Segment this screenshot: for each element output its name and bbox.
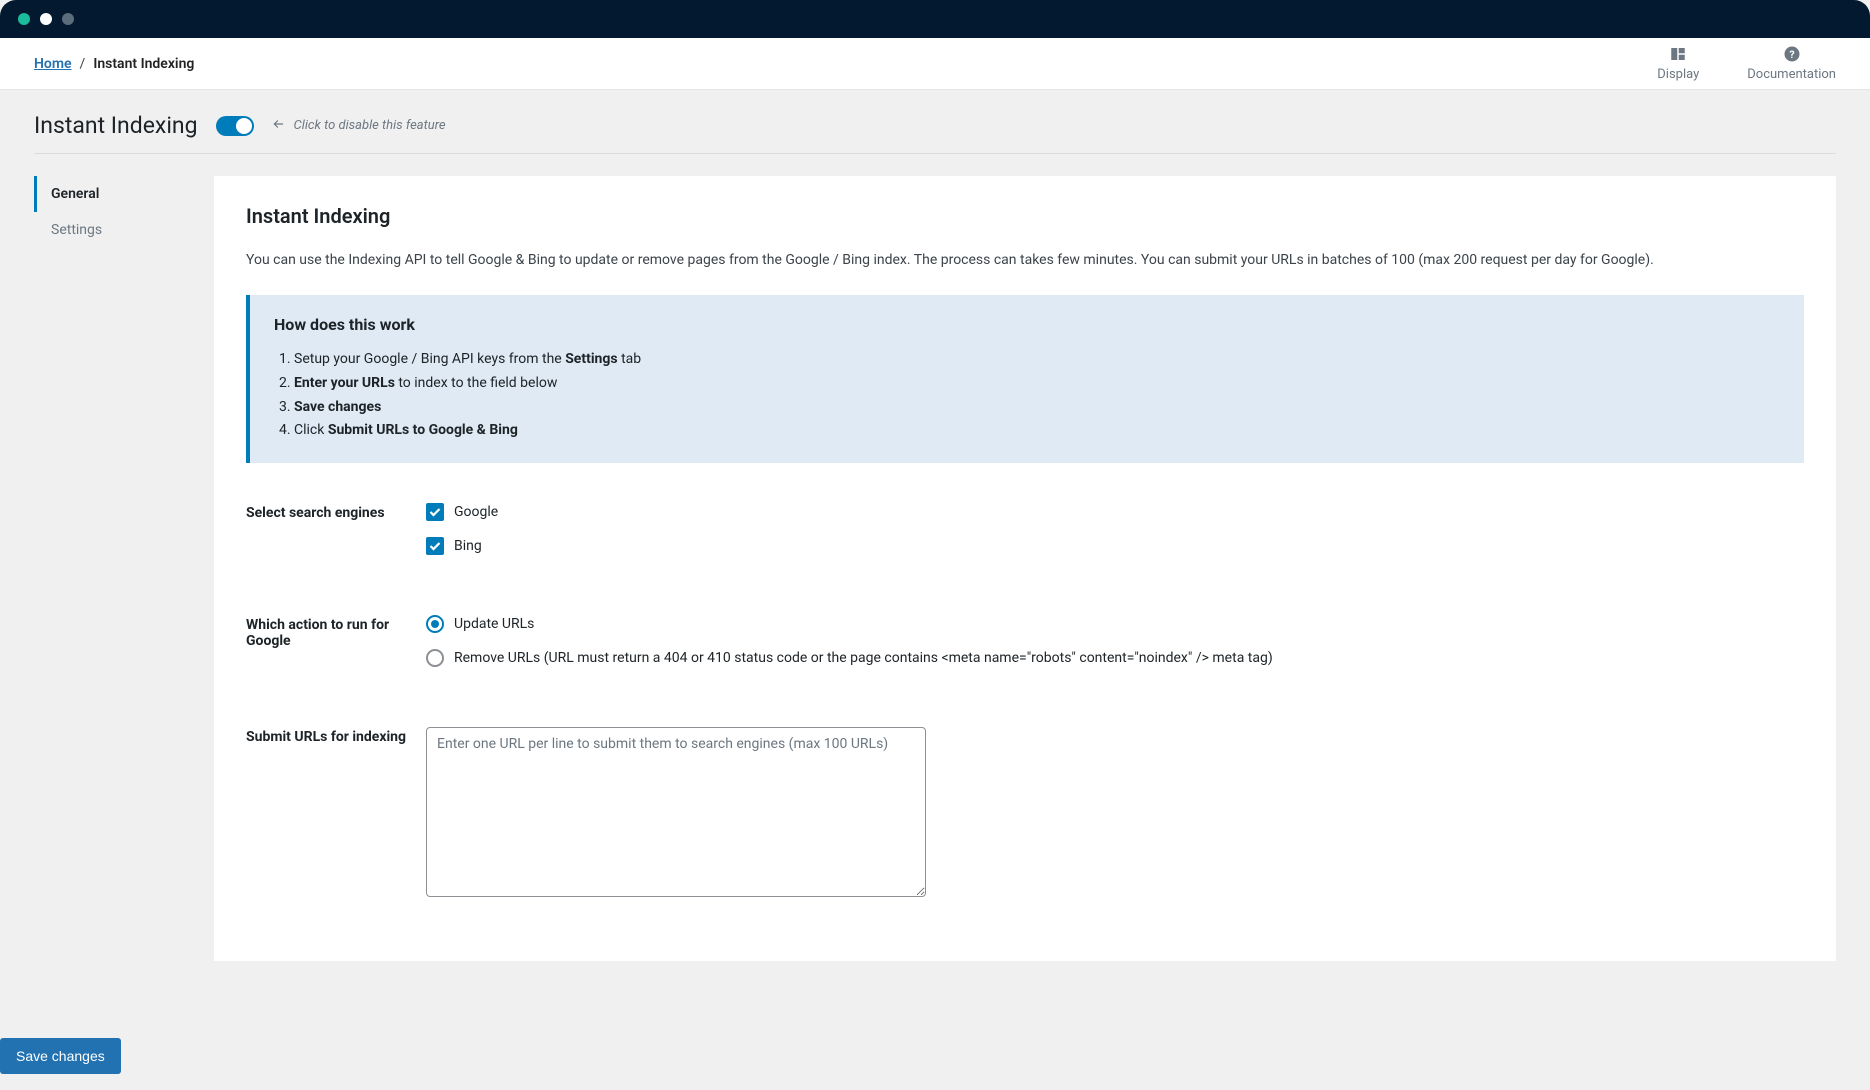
panel-title: Instant Indexing [246, 204, 1804, 228]
check-icon [429, 541, 441, 551]
tab-general[interactable]: General [34, 176, 214, 212]
arrow-left-icon [272, 117, 286, 135]
svg-text:?: ? [1789, 48, 1794, 61]
documentation-label: Documentation [1747, 67, 1836, 82]
window-dot-green [18, 13, 30, 25]
how-it-works-callout: How does this work Setup your Google / B… [246, 295, 1804, 463]
page-title: Instant Indexing [34, 112, 198, 139]
window-titlebar [0, 0, 1870, 38]
submit-urls-label: Submit URLs for indexing [246, 727, 426, 745]
check-icon [429, 507, 441, 517]
documentation-button[interactable]: ? Documentation [1747, 45, 1836, 82]
google-checkbox-label: Google [454, 504, 498, 520]
update-urls-radio[interactable] [426, 615, 444, 633]
feature-toggle[interactable] [216, 116, 254, 136]
sub-navigation: General Settings [34, 176, 214, 248]
update-urls-radio-label: Update URLs [454, 616, 534, 632]
remove-urls-radio[interactable] [426, 649, 444, 667]
window-dot-white [40, 13, 52, 25]
callout-step-2: Enter your URLs to index to the field be… [294, 372, 1780, 396]
breadcrumb-separator: / [80, 56, 86, 72]
breadcrumb-home-link[interactable]: Home [34, 56, 72, 72]
toggle-hint-text: Click to disable this feature [294, 118, 446, 133]
tab-settings[interactable]: Settings [34, 212, 214, 248]
google-checkbox[interactable] [426, 503, 444, 521]
window-dot-gray [62, 13, 74, 25]
save-changes-button[interactable]: Save changes [0, 1038, 121, 1074]
callout-step-4: Click Submit URLs to Google & Bing [294, 419, 1780, 443]
display-icon [1669, 45, 1687, 63]
urls-textarea[interactable] [426, 727, 926, 897]
breadcrumb: Home / Instant Indexing [34, 56, 194, 72]
remove-urls-radio-label: Remove URLs (URL must return a 404 or 41… [454, 650, 1273, 666]
display-button[interactable]: Display [1657, 45, 1699, 82]
breadcrumb-current: Instant Indexing [93, 56, 194, 72]
search-engines-label: Select search engines [246, 503, 426, 521]
action-label: Which action to run for Google [246, 615, 426, 649]
panel-description: You can use the Indexing API to tell Goo… [246, 250, 1804, 271]
callout-step-3: Save changes [294, 396, 1780, 420]
help-icon: ? [1783, 45, 1801, 63]
callout-step-1: Setup your Google / Bing API keys from t… [294, 348, 1780, 372]
display-label: Display [1657, 67, 1699, 82]
callout-title: How does this work [274, 315, 1780, 334]
bing-checkbox-label: Bing [454, 538, 482, 554]
bing-checkbox[interactable] [426, 537, 444, 555]
